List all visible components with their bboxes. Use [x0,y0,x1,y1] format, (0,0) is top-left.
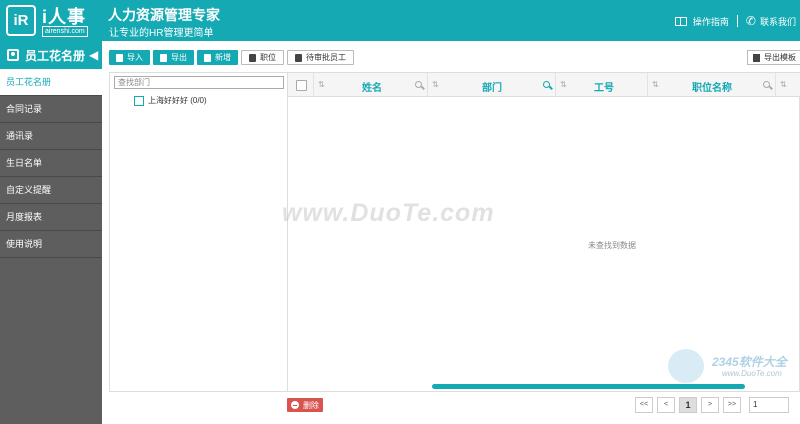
watermark: www.DuoTe.com [282,199,495,227]
grid-header: ⇅ 姓名 ⇅ 部门 ⇅ 工号 ⇅ 职位名称 ⇅ [288,73,800,97]
sort-icon[interactable]: ⇅ [560,80,567,89]
sort-icon[interactable]: ⇅ [432,80,439,89]
logo-url: airenshi.com [42,26,88,37]
sidebar-heading: 员工花名册 ◀ [0,41,102,69]
export-button[interactable]: 导出 [153,50,194,65]
page-number-input[interactable]: 1 [749,397,789,413]
import-button[interactable]: 导入 [109,50,150,65]
guide-label: 操作指南 [692,16,729,27]
id-card-icon [7,49,19,61]
column-header-employee-id[interactable]: ⇅ 工号 [556,73,648,97]
export-icon [160,53,167,62]
add-employee-button[interactable]: 新增 [197,50,238,65]
last-page-button[interactable]: >> [723,397,741,413]
tree-node-root[interactable]: 上海好好好 (0/0) [134,95,207,106]
pending-user-icon [295,53,302,62]
column-header-extra[interactable]: ⇅ [776,73,800,97]
search-icon[interactable] [415,81,422,88]
contact-link[interactable]: ✆ 联系我们 [746,14,796,28]
add-user-icon [204,53,211,62]
export-template-button[interactable]: 导出模板 [747,50,800,65]
book-icon [674,16,687,26]
phone-icon: ✆ [745,14,756,28]
column-label-department: 部门 [482,83,502,94]
export-label: 导出 [171,53,187,62]
sort-icon[interactable]: ⇅ [780,80,787,89]
corner-watermark-title: 2345软件大全 [712,355,787,369]
column-label-name: 姓名 [362,83,382,94]
column-header-department[interactable]: ⇅ 部门 [428,73,556,97]
header-subtitle: 让专业的HR管理更简单 [109,28,214,39]
search-icon[interactable] [543,81,550,88]
column-label-employee-id: 工号 [594,83,614,94]
pending-label: 待审批员工 [306,53,346,62]
template-icon [753,53,760,62]
toolbar: 导入 导出 新增 职位 待审批员工 [109,50,357,66]
corner-watermark-url: www.DuoTe.com [722,369,782,378]
add-label: 新增 [215,53,231,62]
sidebar-item-help[interactable]: 使用说明 [0,231,102,258]
sidebar-item-monthly-report[interactable]: 月度报表 [0,204,102,231]
grid-footer: 删除 << < 1 > >> 1 [287,397,800,417]
sidebar: 员工花名册 ◀ 员工花名册 合同记录 通讯录 生日名单 自定义提醒 月度报表 使… [0,41,102,424]
sidebar-heading-label: 员工花名册 [25,48,86,63]
logo-mark: iR [6,5,36,36]
app-header: iR i人事 airenshi.com 人力资源管理专家 让专业的HR管理更简单… [0,0,800,41]
sidebar-item-reminders[interactable]: 自定义提醒 [0,177,102,204]
department-tree-panel: 查找部门 上海好好好 (0/0) [109,72,287,392]
minus-circle-icon [291,401,299,409]
header-divider [736,15,738,27]
mascot-icon [668,349,704,383]
contact-label: 联系我们 [759,16,796,27]
next-page-button[interactable]: > [701,397,719,413]
corner-watermark: 2345软件大全 www.DuoTe.com [662,349,800,385]
sidebar-item-directory[interactable]: 通讯录 [0,123,102,150]
delete-label: 删除 [303,400,319,410]
pending-employees-button[interactable]: 待审批员工 [287,50,354,65]
sidebar-item-contracts[interactable]: 合同记录 [0,96,102,123]
header-links: 操作指南 ✆ 联系我们 [674,14,796,28]
position-label: 职位 [260,53,276,62]
tree-node-label: 上海好好好 (0/0) [148,96,207,105]
position-button[interactable]: 职位 [241,50,284,65]
column-label-position: 职位名称 [692,83,732,94]
header-title: 人力资源管理专家 [108,7,220,23]
select-all-checkbox[interactable] [296,80,307,91]
export-template-label: 导出模板 [764,53,796,62]
tree-node-checkbox[interactable] [134,95,144,106]
department-search-input[interactable]: 查找部门 [114,76,284,89]
column-header-position[interactable]: ⇅ 职位名称 [648,73,776,97]
header-select-cell [288,73,314,97]
sidebar-item-roster[interactable]: 员工花名册 [0,69,102,96]
collapse-icon[interactable]: ◀ [89,48,98,62]
guide-link[interactable]: 操作指南 [674,15,729,28]
current-page[interactable]: 1 [679,397,697,413]
app-logo[interactable]: iR i人事 airenshi.com [6,4,98,38]
search-icon[interactable] [763,81,770,88]
import-icon [116,53,123,62]
empty-message: 未查找到数据 [588,241,636,250]
import-label: 导入 [127,53,143,62]
position-icon [249,53,256,62]
prev-page-button[interactable]: < [657,397,675,413]
employee-grid: ⇅ 姓名 ⇅ 部门 ⇅ 工号 ⇅ 职位名称 ⇅ 未查找到数据 [287,72,800,392]
first-page-button[interactable]: << [635,397,653,413]
sidebar-item-birthdays[interactable]: 生日名单 [0,150,102,177]
column-header-name[interactable]: ⇅ 姓名 [314,73,428,97]
sort-icon[interactable]: ⇅ [318,80,325,89]
sort-icon[interactable]: ⇅ [652,80,659,89]
pager: << < 1 > >> 1 [635,397,789,413]
delete-button[interactable]: 删除 [287,398,323,412]
